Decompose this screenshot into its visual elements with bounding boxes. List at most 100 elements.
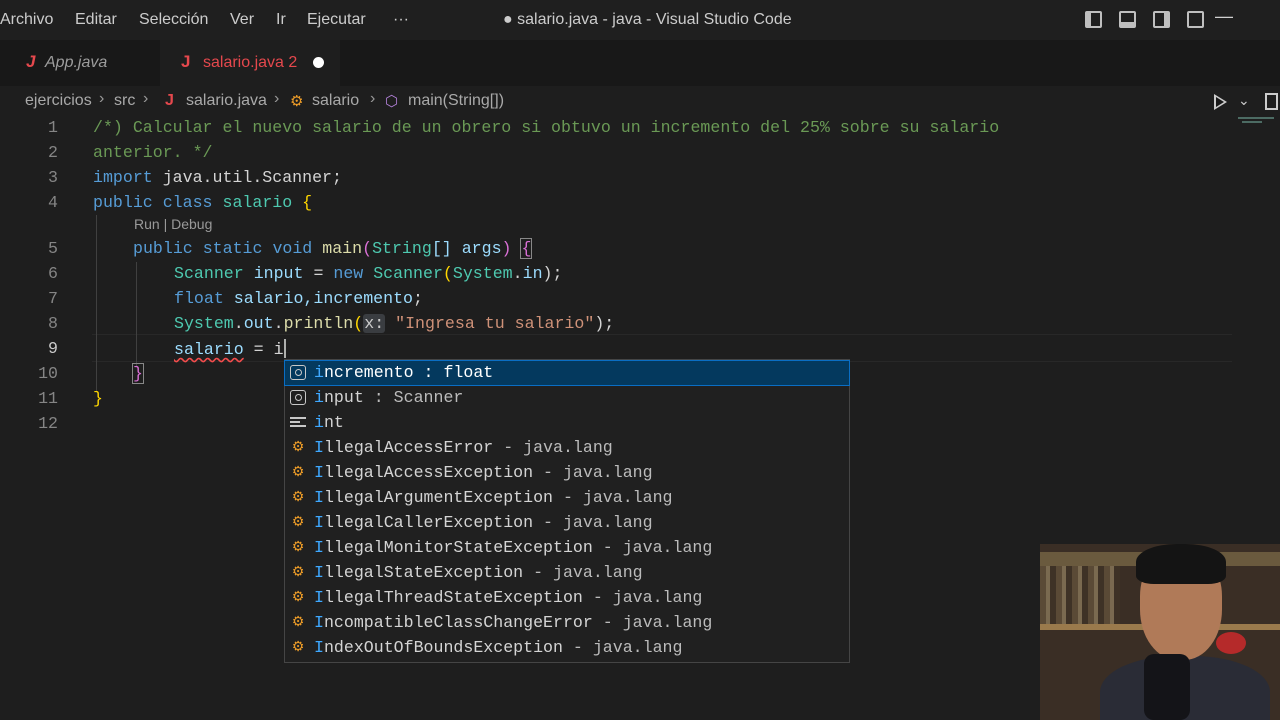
suggestion-item[interactable]: ⚙ IllegalStateException - java.lang: [285, 561, 849, 585]
menu-ejecutar[interactable]: Ejecutar: [307, 11, 366, 29]
menu-ver[interactable]: Ver: [230, 11, 254, 29]
suggestion-label: llegalMonitorStateException: [323, 538, 593, 557]
suggestion-item[interactable]: input : Scanner: [285, 386, 849, 410]
class-icon: ⚙: [291, 614, 305, 630]
line-number: 8: [48, 314, 58, 333]
code-line-9[interactable]: salario = i: [174, 339, 286, 359]
suggestion-label: llegalAccessError: [323, 438, 494, 457]
paren: (: [362, 239, 373, 258]
suggestion-detail: - java.lang: [493, 438, 613, 457]
class-icon: ⚙: [291, 539, 305, 555]
toggle-secondary-sidebar-icon[interactable]: [1153, 11, 1170, 28]
breadcrumb-folder-ejercicios[interactable]: ejercicios: [25, 92, 92, 110]
code-line-11[interactable]: }: [93, 389, 103, 408]
menu-more[interactable]: ···: [393, 11, 409, 29]
tab-app-java[interactable]: J App.java: [0, 40, 160, 86]
suggestion-widget[interactable]: incremento : float input : Scanner int ⚙…: [284, 359, 850, 663]
code-line-4[interactable]: public class salario {: [93, 193, 312, 212]
suggestion-item[interactable]: int: [285, 411, 849, 435]
code-text: ;: [413, 289, 423, 308]
suggestion-detail: - java.lang: [523, 563, 643, 582]
keyword: class: [162, 193, 213, 212]
line-number: 6: [48, 264, 58, 283]
match-highlight: I: [314, 638, 324, 657]
dot: .: [512, 264, 523, 283]
webcam-object: [1216, 632, 1246, 654]
breadcrumb-file[interactable]: salario.java: [186, 92, 267, 110]
match-highlight: i: [314, 363, 324, 382]
dot: .: [273, 314, 284, 333]
customize-layout-icon[interactable]: [1187, 11, 1204, 28]
code-line-8[interactable]: System.out.println(x: "Ingresa tu salari…: [174, 314, 614, 333]
string-literal: "Ingresa tu salario": [395, 314, 595, 333]
keyword: float: [174, 289, 224, 308]
code-line-10[interactable]: }: [132, 363, 144, 384]
menu-seleccion[interactable]: Selección: [139, 11, 208, 29]
java-icon: J: [165, 92, 174, 109]
class-icon: ⚙: [291, 489, 305, 505]
type-name: String: [372, 239, 432, 258]
suggestion-label: llegalStateException: [323, 563, 524, 582]
breadcrumb-folder-src[interactable]: src: [114, 92, 135, 110]
class-name: salario: [222, 193, 293, 212]
suggestion-item[interactable]: ⚙ IllegalCallerException - java.lang: [285, 511, 849, 535]
type-name: Scanner: [174, 264, 244, 283]
match-highlight: I: [314, 613, 324, 632]
suggestion-item[interactable]: ⚙ IndexOutOfBoundsException - java.lang: [285, 636, 849, 660]
suggestion-detail: - java.lang: [533, 513, 653, 532]
code-line-7[interactable]: float salario,incremento;: [174, 289, 423, 308]
suggestion-item[interactable]: ⚙ IncompatibleClassChangeError - java.la…: [285, 611, 849, 635]
class-icon: ⚙: [291, 514, 305, 530]
code-line-3[interactable]: import java.util.Scanner;: [93, 168, 342, 187]
suggestion-label: ncremento: [323, 363, 414, 382]
suggestion-detail: : Scanner: [363, 388, 464, 407]
webcam-microphone: [1144, 654, 1190, 720]
java-icon: J: [26, 52, 36, 71]
webcam-person-hair: [1136, 544, 1226, 584]
suggestion-label: llegalThreadStateException: [323, 588, 583, 607]
suggestion-item[interactable]: incremento : float: [284, 360, 850, 386]
minimap[interactable]: [1238, 117, 1274, 125]
breadcrumb-class[interactable]: salario: [312, 92, 359, 110]
unsaved-dot-icon[interactable]: [313, 57, 324, 68]
suggestion-item[interactable]: ⚙ IllegalMonitorStateException - java.la…: [285, 536, 849, 560]
suggestion-detail: - java.lang: [592, 613, 713, 632]
webcam-overlay: [1040, 544, 1280, 720]
toggle-sidebar-icon[interactable]: [1085, 11, 1102, 28]
suggestion-label: llegalAccessException: [323, 463, 534, 482]
variable: salario,incremento: [233, 289, 414, 308]
code-line-5[interactable]: public static void main(String[] args) {: [133, 238, 533, 259]
editor-tabs: J App.java J salario.java 2 ⌄: [0, 40, 1280, 110]
variable-icon: [290, 390, 306, 405]
match-highlight: I: [314, 588, 324, 607]
suggestion-detail: - java.lang: [553, 488, 673, 507]
suggestion-item[interactable]: ⚙ IllegalArgumentException - java.lang: [285, 486, 849, 510]
tab-salario-java[interactable]: J salario.java 2: [160, 40, 340, 86]
code-text: );: [542, 264, 563, 283]
keyword-icon: [290, 415, 306, 430]
tab-label: App.java: [45, 54, 108, 71]
code-line-6[interactable]: Scanner input = new Scanner(System.in);: [174, 264, 562, 283]
class-icon: ⚙: [291, 439, 305, 455]
suggestion-detail: - java.lang: [582, 588, 703, 607]
codelens-run-debug[interactable]: Run | Debug: [134, 216, 212, 232]
menu-ir[interactable]: Ir: [276, 11, 286, 29]
toggle-panel-icon[interactable]: [1119, 11, 1136, 28]
class-icon: ⚙: [291, 464, 305, 480]
code-line-2[interactable]: anterior. */: [93, 143, 213, 162]
suggestion-label: ndexOutOfBoundsException: [323, 638, 563, 657]
suggestion-item[interactable]: ⚙ IllegalAccessException - java.lang: [285, 461, 849, 485]
suggestion-item[interactable]: ⚙ IllegalAccessError - java.lang: [285, 436, 849, 460]
breadcrumb-method[interactable]: main(String[]): [408, 92, 504, 110]
brace: {: [302, 193, 313, 212]
type-name: Scanner: [373, 264, 443, 283]
paren: (: [353, 314, 364, 333]
suggestion-item[interactable]: ⚙ IllegalThreadStateException - java.lan…: [285, 586, 849, 610]
menu-editar[interactable]: Editar: [75, 11, 117, 29]
menu-archivo[interactable]: Archivo: [0, 11, 53, 29]
code-text: = i: [243, 340, 284, 359]
code-line-1[interactable]: /*) Calcular el nuevo salario de un obre…: [93, 118, 999, 137]
match-highlight: I: [314, 513, 324, 532]
suggestion-label: nt: [323, 413, 344, 432]
minimize-icon[interactable]: —: [1215, 6, 1233, 27]
